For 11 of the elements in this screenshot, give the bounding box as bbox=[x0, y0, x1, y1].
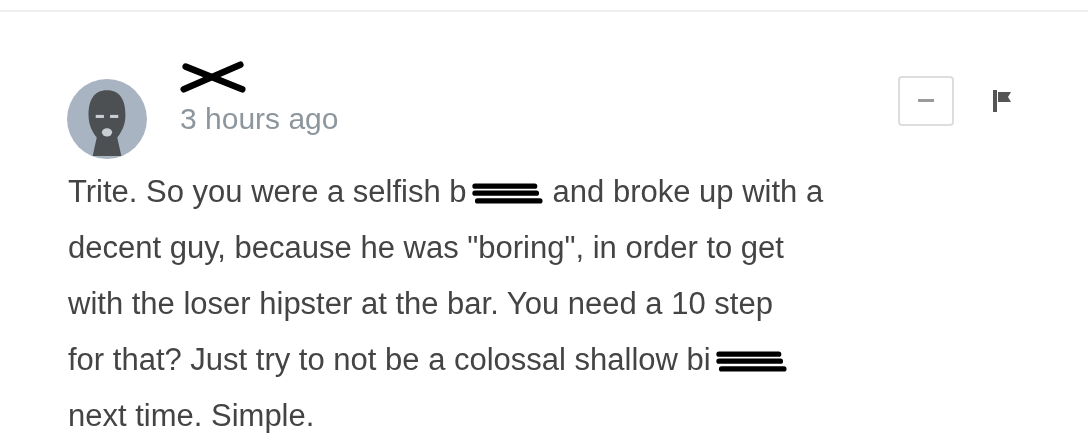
comment-text: Trite. So you were a selfish b bbox=[68, 173, 467, 211]
comment-text: for that? Just try to not be a colossal shallow bi bbox=[68, 341, 711, 379]
comment-text: next time. Simple. bbox=[68, 397, 315, 435]
comment-text: and broke up with a bbox=[552, 173, 824, 211]
comment-text: with the loser hipster at the bar. You need a 10 step bbox=[68, 285, 773, 323]
comment-text: decent guy, because he was "boring", in order to get bbox=[68, 229, 784, 267]
flag-icon[interactable] bbox=[992, 90, 1012, 112]
avatar-icon bbox=[66, 78, 148, 160]
minus-icon bbox=[918, 99, 934, 103]
timestamp: 3 hours ago bbox=[180, 102, 339, 136]
scribble-mark bbox=[180, 60, 246, 94]
